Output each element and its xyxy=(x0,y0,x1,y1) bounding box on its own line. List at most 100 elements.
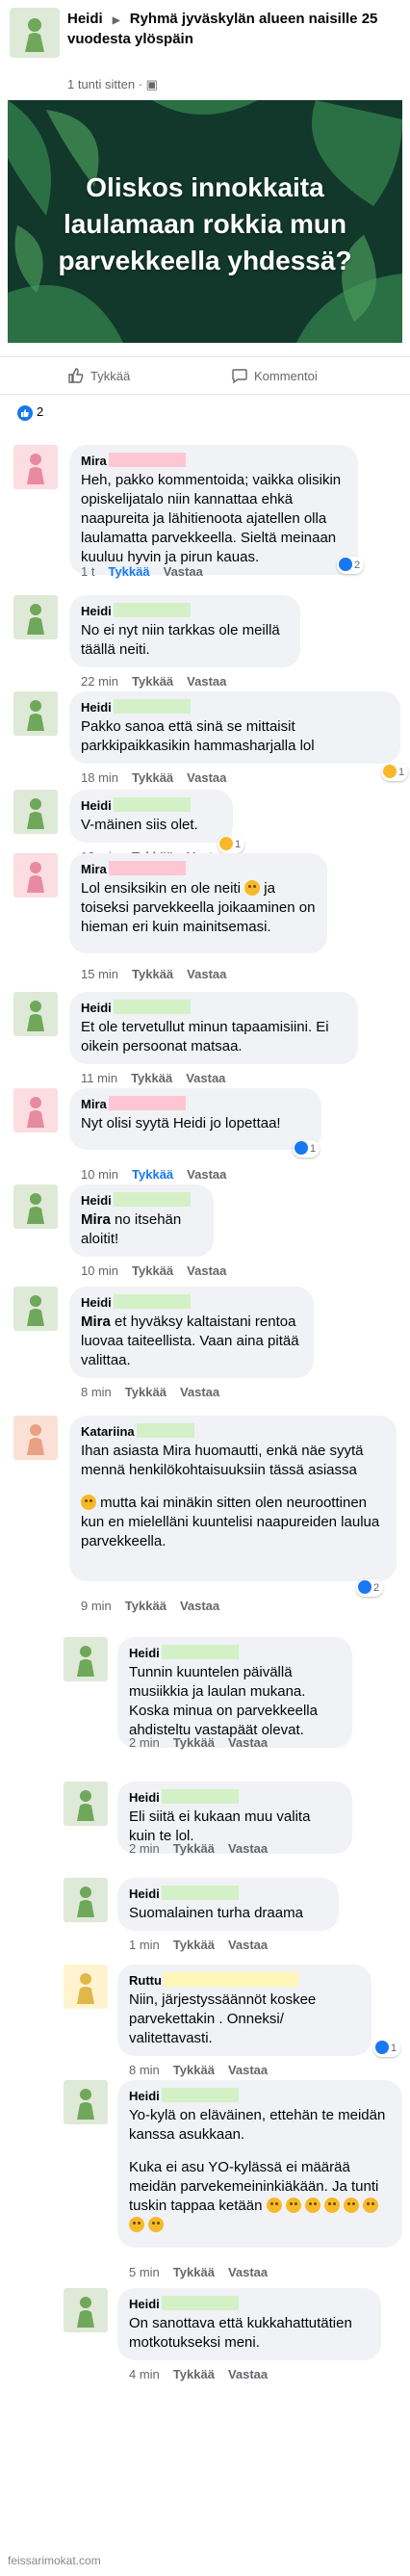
comment-reply-button[interactable]: Vastaa xyxy=(164,564,203,579)
avatar[interactable] xyxy=(64,1782,108,1826)
comment-like-button[interactable]: Tykkää xyxy=(132,770,173,785)
comment-author[interactable]: Heidi xyxy=(129,2088,391,2104)
comment-author[interactable]: Mira xyxy=(81,861,316,877)
post-author[interactable]: Heidi xyxy=(67,11,103,27)
comment-author[interactable]: Heidi xyxy=(81,1192,202,1209)
comment-author[interactable]: Heidi xyxy=(81,603,289,619)
comment-body: Nyt olisi syytä Heidi jo lopettaa! xyxy=(81,1115,281,1132)
avatar[interactable] xyxy=(13,691,58,736)
comment-like-button[interactable]: Tykkää xyxy=(173,2265,215,2279)
comment-time[interactable]: 2 min xyxy=(129,1735,160,1750)
comment-time[interactable]: 11 min xyxy=(81,1071,117,1085)
comment-reply-button[interactable]: Vastaa xyxy=(228,1735,268,1750)
comment-author[interactable]: Ruttu xyxy=(129,1972,360,1989)
mention[interactable]: Mira xyxy=(81,1314,111,1330)
avatar[interactable] xyxy=(13,445,58,489)
comment-reply-button[interactable]: Vastaa xyxy=(187,1167,226,1182)
comment-time[interactable]: 10 min xyxy=(81,1263,118,1278)
avatar[interactable] xyxy=(64,1878,108,1922)
comment-button[interactable]: Kommentoi xyxy=(231,367,318,387)
comment-time[interactable]: 1 min xyxy=(129,1938,160,1952)
smile-emoji-icon xyxy=(244,880,261,896)
avatar[interactable] xyxy=(10,8,60,58)
post-time[interactable]: 1 tunti sitten xyxy=(67,77,135,91)
avatar[interactable] xyxy=(13,853,58,898)
avatar[interactable] xyxy=(64,1637,108,1681)
comment-reactions[interactable]: 2 xyxy=(337,557,365,574)
comment-author[interactable]: Heidi xyxy=(129,1886,327,1902)
comment-bubble: Heidi No ei nyt niin tarkkas ole meillä t… xyxy=(69,595,300,667)
comment-like-button[interactable]: Tykkää xyxy=(125,1599,167,1613)
comment-reactions[interactable]: 1 xyxy=(381,764,409,781)
comment-like-button[interactable]: Tykkää xyxy=(108,564,149,579)
comment-reactions[interactable]: 2 xyxy=(356,1579,384,1597)
comment-reply-button[interactable]: Vastaa xyxy=(187,967,226,981)
comment-author[interactable]: Mira xyxy=(81,453,346,469)
comment-reply-button[interactable]: Vastaa xyxy=(228,1841,268,1856)
comment-reply-button[interactable]: Vastaa xyxy=(187,770,226,785)
comment-author[interactable]: Heidi xyxy=(129,2296,370,2312)
avatar[interactable] xyxy=(64,2288,108,2332)
comment-author[interactable]: Heidi xyxy=(81,1294,302,1311)
avatar[interactable] xyxy=(13,1416,58,1460)
reaction-summary[interactable]: 2 xyxy=(17,404,43,421)
avatar[interactable] xyxy=(13,1184,58,1229)
comment-author[interactable]: Katariina xyxy=(81,1423,385,1440)
comment-like-button[interactable]: Tykkää xyxy=(132,1263,173,1278)
comment-like-button[interactable]: Tykkää xyxy=(173,1735,215,1750)
comment-text: Mira et hyväksy kaltaistani rentoa luova… xyxy=(81,1313,302,1370)
comment-reply-button[interactable]: Vastaa xyxy=(187,674,226,689)
comment-actions: 18 min Tykkää Vastaa xyxy=(81,770,240,785)
comment-reactions[interactable]: 1 xyxy=(373,2040,401,2057)
comment-author[interactable]: Heidi xyxy=(81,797,221,814)
comment-time[interactable]: 8 min xyxy=(81,1385,112,1399)
avatar[interactable] xyxy=(13,595,58,639)
like-button[interactable]: Tykkää xyxy=(67,367,130,387)
comment-text: Suomalainen turha draama xyxy=(129,1904,327,1923)
comment-time[interactable]: 1 t xyxy=(81,564,94,579)
avatar[interactable] xyxy=(13,992,58,1036)
comment-author[interactable]: Mira xyxy=(81,1096,310,1112)
comment-time[interactable]: 15 min xyxy=(81,967,118,981)
comment-time[interactable]: 22 min xyxy=(81,674,118,689)
comment-like-button[interactable]: Tykkää xyxy=(173,2063,215,2077)
mention[interactable]: Mira xyxy=(81,1211,111,1228)
comment-like-button[interactable]: Tykkää xyxy=(132,1167,173,1182)
comment-like-button[interactable]: Tykkää xyxy=(132,967,173,981)
comment-time[interactable]: 5 min xyxy=(129,2265,160,2279)
comment-reply-button[interactable]: Vastaa xyxy=(228,2063,268,2077)
avatar[interactable] xyxy=(13,1088,58,1132)
comment-reply-button[interactable]: Vastaa xyxy=(180,1599,219,1613)
comment-author[interactable]: Heidi xyxy=(81,699,389,716)
comment-time[interactable]: 4 min xyxy=(129,2367,160,2381)
comment-reactions[interactable]: 1 xyxy=(218,836,245,853)
comment-like-button[interactable]: Tykkää xyxy=(132,674,173,689)
avatar[interactable] xyxy=(13,790,58,834)
comment-like-button[interactable]: Tykkää xyxy=(173,2367,215,2381)
laughing-emoji-icon xyxy=(344,2198,360,2213)
comment-time[interactable]: 9 min xyxy=(81,1599,112,1613)
comment-author[interactable]: Heidi xyxy=(129,1789,341,1806)
comment-author[interactable]: Heidi xyxy=(129,1645,341,1661)
comment-reply-button[interactable]: Vastaa xyxy=(228,2367,268,2381)
avatar[interactable] xyxy=(64,1965,108,2009)
comment-like-button[interactable]: Tykkää xyxy=(131,1071,172,1085)
comment-time[interactable]: 18 min xyxy=(81,770,118,785)
comment-author[interactable]: Heidi xyxy=(81,1000,346,1016)
comment-time[interactable]: 2 min xyxy=(129,1841,160,1856)
comment-time[interactable]: 8 min xyxy=(129,2063,160,2077)
comment-reply-button[interactable]: Vastaa xyxy=(180,1385,219,1399)
comment-reactions[interactable]: 1 xyxy=(293,1140,320,1158)
avatar[interactable] xyxy=(13,1287,58,1331)
post-title: Heidi ▶ Ryhmä jyväskylän alueen naisille… xyxy=(67,10,395,48)
comment-like-button[interactable]: Tykkää xyxy=(173,1938,215,1952)
comment-like-button[interactable]: Tykkää xyxy=(173,1841,215,1856)
comment-reply-button[interactable]: Vastaa xyxy=(186,1071,225,1085)
avatar[interactable] xyxy=(64,2080,108,2124)
comment-like-button[interactable]: Tykkää xyxy=(125,1385,167,1399)
post-image[interactable]: Oliskos innokkaita laulamaan rokkia mun … xyxy=(8,100,402,343)
comment-reply-button[interactable]: Vastaa xyxy=(228,1938,268,1952)
comment-reply-button[interactable]: Vastaa xyxy=(187,1263,226,1278)
comment-time[interactable]: 10 min xyxy=(81,1167,118,1182)
comment-reply-button[interactable]: Vastaa xyxy=(228,2265,268,2279)
